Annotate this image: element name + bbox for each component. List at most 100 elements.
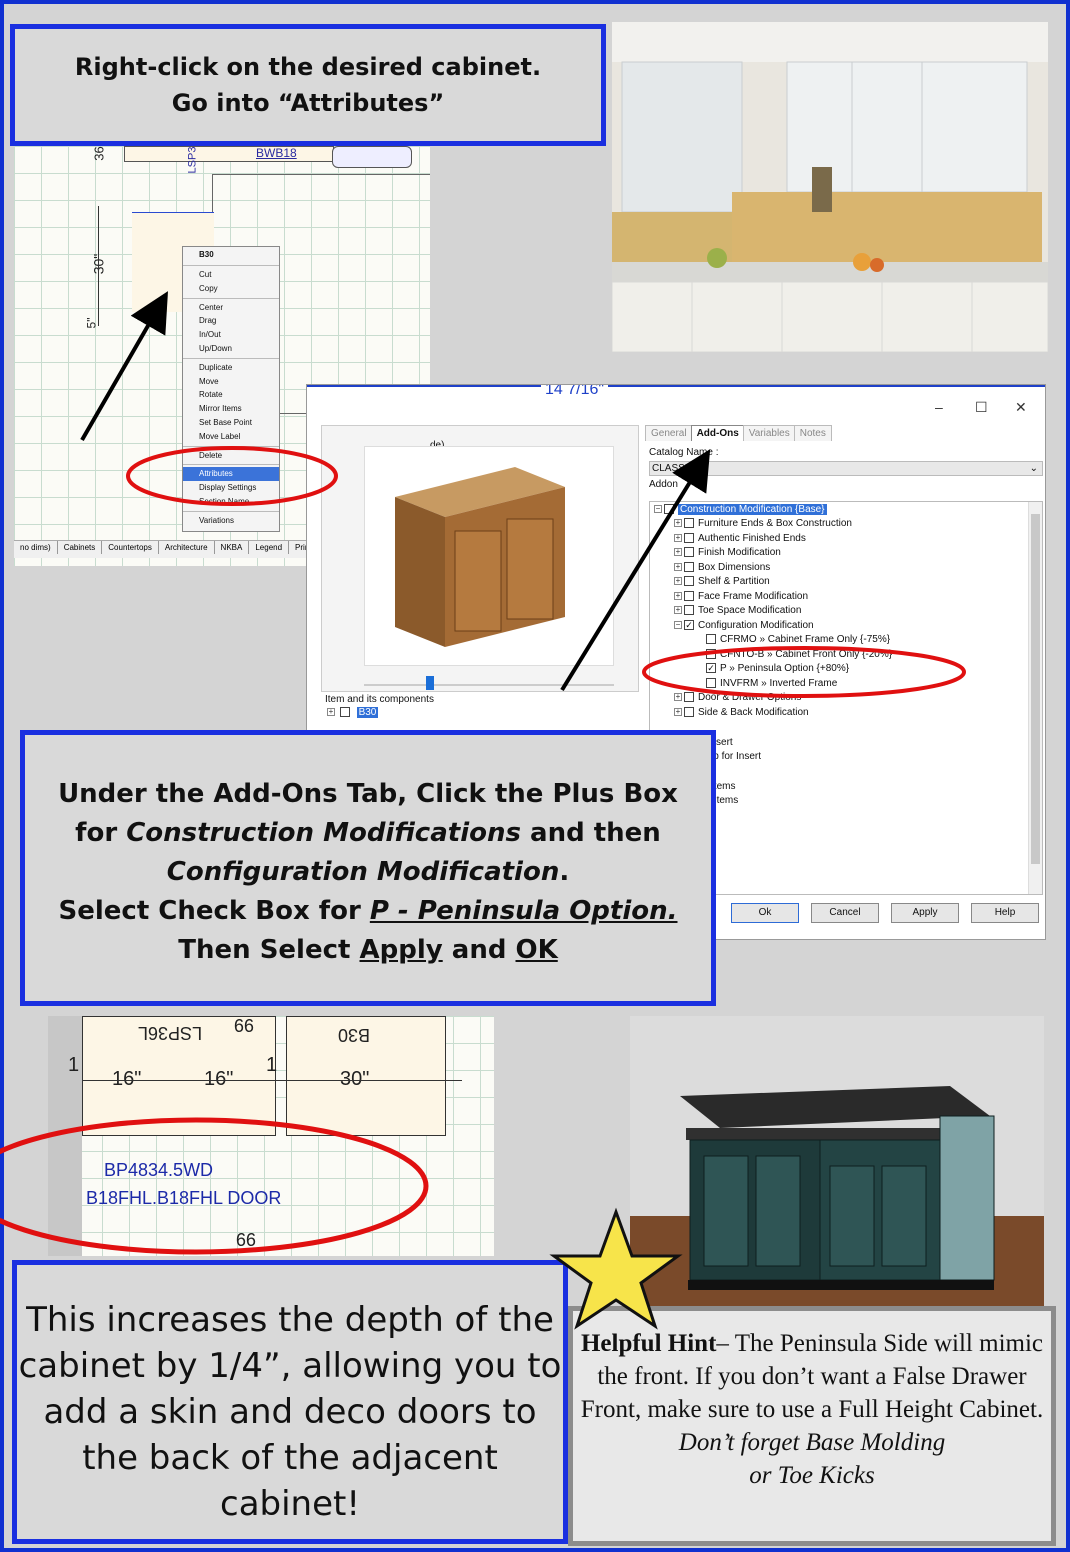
tab-variables[interactable]: Variables: [742, 425, 796, 441]
tab-architecture[interactable]: Architecture: [159, 541, 215, 554]
step2-peninsula: P - Peninsula Option.: [369, 896, 678, 926]
b30-label: B30: [338, 1025, 371, 1045]
step2-text: for: [75, 818, 127, 848]
menu-item-variations[interactable]: Variations: [183, 514, 279, 528]
menu-item-delete[interactable]: Delete: [183, 449, 279, 463]
tree-item[interactable]: Door & Drawer Options: [698, 692, 801, 703]
components-label: Item and its components: [325, 694, 434, 705]
kitchen-photo: [612, 22, 1048, 352]
step2-text: and then: [520, 818, 661, 848]
tree-item[interactable]: Face Frame Modification: [698, 591, 808, 602]
hint-italic-1: Don’t forget Base Molding: [678, 1429, 946, 1456]
dim-5: 5": [84, 317, 99, 329]
step2-text: and: [442, 935, 516, 965]
config-option-invfrm[interactable]: INVFRM » Inverted Frame: [720, 678, 837, 689]
config-option-cfrmo[interactable]: CFRMO » Cabinet Frame Only {-75%}: [720, 634, 890, 645]
menu-item-cut[interactable]: Cut: [183, 268, 279, 282]
ruler-line: [307, 385, 1045, 387]
lsp-label: LSP3: [186, 146, 199, 174]
tree-item-configuration[interactable]: Configuration Modification: [698, 620, 814, 631]
menu-item-in-out[interactable]: In/Out: [183, 328, 279, 342]
step2-line1: Under the Add-Ons Tab, Click the Plus Bo…: [58, 779, 678, 809]
step3-callout: This increases the depth of the cabinet …: [12, 1260, 568, 1544]
dim-line: [82, 1080, 462, 1081]
code-bp4834: BP4834.5WD: [104, 1160, 214, 1180]
addon-label: Addon: [649, 479, 678, 490]
zoom-slider-thumb[interactable]: [426, 676, 434, 690]
tree-item[interactable]: Shelf & Partition: [698, 576, 770, 587]
maximize-button[interactable]: ☐: [975, 399, 988, 416]
tree-item[interactable]: Toe Space Modification: [698, 605, 801, 616]
catalog-select[interactable]: CLASSIC ⌄: [649, 461, 1043, 476]
dim-line: [98, 206, 99, 326]
dim-36: 36: [91, 146, 107, 161]
tree-item[interactable]: Furniture Ends & Box Construction: [698, 518, 852, 529]
menu-item-center[interactable]: Center: [183, 301, 279, 315]
menu-item-drag[interactable]: Drag: [183, 314, 279, 328]
menu-item-rotate[interactable]: Rotate: [183, 388, 279, 402]
step2-text: .: [559, 857, 570, 887]
help-button[interactable]: Help: [971, 903, 1039, 923]
menu-item-move[interactable]: Move: [183, 375, 279, 389]
tab-notes[interactable]: Notes: [793, 425, 832, 441]
peninsula-checkbox[interactable]: ✓: [706, 663, 716, 674]
menu-item-attributes[interactable]: Attributes: [183, 467, 279, 482]
apply-button[interactable]: Apply: [891, 903, 959, 923]
cabinet-preview: [364, 446, 614, 666]
tree-item[interactable]: Authentic Finished Ends: [698, 533, 806, 544]
menu-item-display-settings[interactable]: Display Settings: [183, 481, 279, 495]
zoom-slider-track: [364, 684, 614, 686]
tree-root[interactable]: Construction Modification {Base}: [678, 504, 827, 515]
floor-plan-bottom[interactable]: LSP36L 99 B30 16" 16" 30" 1 1 BP4834.5WD…: [48, 1016, 494, 1256]
dim-1a: 1: [68, 1054, 80, 1076]
config-option-peninsula[interactable]: P » Peninsula Option {+80%}: [720, 663, 849, 674]
tree-item[interactable]: Box Dimensions: [698, 562, 770, 573]
menu-item-section-name[interactable]: Section Name: [183, 495, 279, 509]
step2-text: Then Select: [178, 935, 360, 965]
tree-item[interactable]: Side & Back Modification: [698, 707, 809, 718]
cancel-button[interactable]: Cancel: [811, 903, 879, 923]
ruler-dimension: 14 7/16": [541, 385, 609, 399]
menu-item-mirror-items[interactable]: Mirror Items: [183, 402, 279, 416]
context-menu-title: B30: [199, 250, 214, 259]
tab-add-ons[interactable]: Add-Ons: [690, 425, 745, 441]
ok-button[interactable]: Ok: [731, 903, 799, 923]
step1-callout: Right-click on the desired cabinet. Go i…: [10, 24, 606, 146]
helpful-hint-box: Helpful Hint– The Peninsula Side will mi…: [568, 1306, 1056, 1546]
menu-item-set-base-point[interactable]: Set Base Point: [183, 416, 279, 430]
menu-item-up-down[interactable]: Up/Down: [183, 342, 279, 356]
tab-legend[interactable]: Legend: [249, 541, 290, 554]
component-item[interactable]: B30: [356, 707, 379, 718]
component-checkbox[interactable]: [339, 707, 350, 718]
step3-text: This increases the depth of the cabinet …: [18, 1300, 562, 1524]
menu-item-duplicate[interactable]: Duplicate: [183, 361, 279, 375]
chevron-down-icon: ⌄: [1029, 463, 1038, 474]
dialog-tabs: General Add-Ons Variables Notes: [645, 425, 832, 441]
wall: [48, 1016, 82, 1256]
tab-cabinets[interactable]: Cabinets: [58, 541, 103, 554]
tab-nkba[interactable]: NKBA: [215, 541, 250, 554]
bwb18-label: BWB18: [256, 146, 297, 160]
sink-outline: [332, 146, 412, 168]
tree-scrollbar[interactable]: [1028, 502, 1042, 894]
catalog-label: Catalog Name :: [649, 447, 719, 458]
tab-dims[interactable]: no dims): [14, 541, 58, 554]
minimize-button[interactable]: –: [935, 399, 943, 415]
tree-item[interactable]: Finish Modification: [698, 547, 781, 558]
cabinet-outline: [124, 146, 334, 162]
tab-countertops[interactable]: Countertops: [102, 541, 159, 554]
menu-item-copy[interactable]: Copy: [183, 282, 279, 296]
expand-plus-icon[interactable]: +: [327, 708, 335, 717]
close-button[interactable]: ✕: [1015, 399, 1027, 416]
config-option-cfnto[interactable]: CFNTO-B » Cabinet Front Only {-20%}: [720, 649, 892, 660]
step2-em: Configuration Modification: [166, 857, 560, 887]
cabinet-3d-icon: [395, 467, 565, 647]
step2-apply: Apply: [359, 935, 443, 965]
step2-ok: OK: [515, 935, 558, 965]
menu-item-move-label[interactable]: Move Label: [183, 430, 279, 444]
tab-general[interactable]: General: [645, 425, 693, 441]
preview-pane: de): [321, 425, 639, 705]
dim-1b: 1: [266, 1054, 278, 1076]
context-menu[interactable]: B30 Cut Copy Center Drag In/Out Up/Down …: [182, 246, 280, 532]
dim-99-top: 99: [234, 1016, 255, 1035]
